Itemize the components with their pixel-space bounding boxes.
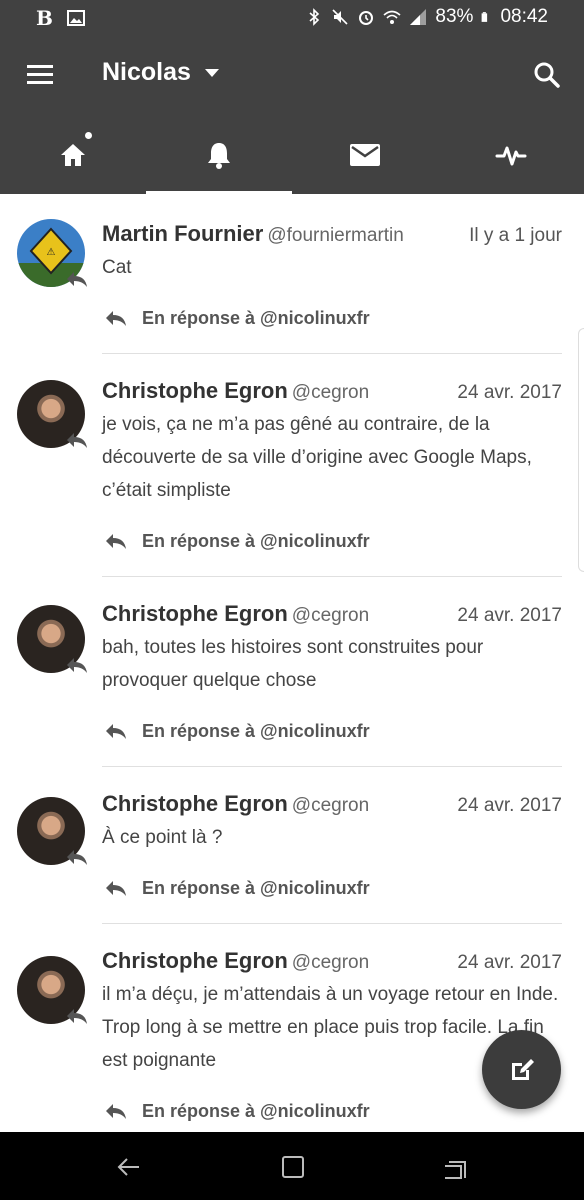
- app-bar: Nicolas: [0, 34, 584, 116]
- status-left: B: [36, 6, 85, 30]
- reply-icon: [106, 881, 126, 896]
- reply-icon: [106, 534, 126, 549]
- home-icon: [61, 144, 85, 166]
- clock-text: 08:42: [500, 6, 548, 27]
- timestamp: 24 avr. 2017: [457, 605, 562, 626]
- home-square-icon[interactable]: [278, 1152, 308, 1182]
- tab-home[interactable]: [0, 116, 146, 194]
- mute-icon: [332, 9, 348, 25]
- author-handle[interactable]: @fourniermartin: [267, 225, 404, 246]
- author-name[interactable]: Martin Fournier: [102, 221, 263, 246]
- tab-activity[interactable]: [438, 116, 584, 194]
- signal-icon: [410, 9, 427, 25]
- account-switcher[interactable]: Nicolas: [102, 58, 219, 87]
- gallery-icon: [66, 10, 85, 26]
- timestamp: 24 avr. 2017: [457, 952, 562, 973]
- reply-badge-icon: [67, 850, 87, 865]
- activity-icon: [495, 146, 527, 166]
- reply-label: En réponse à @nicolinuxfr: [142, 720, 370, 741]
- reply-context[interactable]: En réponse à @nicolinuxfr: [102, 868, 562, 908]
- tweet-text: bah, toutes les histoires sont construit…: [102, 637, 484, 691]
- reply-label: En réponse à @nicolinuxfr: [142, 877, 370, 898]
- timestamp: 24 avr. 2017: [457, 382, 562, 403]
- tweet-text: je vois, ça ne m’a pas gêné au contraire…: [102, 414, 532, 501]
- scrollbar[interactable]: [578, 328, 584, 572]
- battery-icon: [482, 12, 488, 22]
- author-name[interactable]: Christophe Egron: [102, 948, 288, 973]
- system-nav-bar: [0, 1132, 584, 1200]
- recents-icon[interactable]: [441, 1152, 471, 1182]
- alarm-icon: [359, 11, 374, 25]
- bluetooth-icon: [309, 8, 320, 26]
- menu-icon[interactable]: [27, 65, 53, 85]
- mail-icon: [350, 144, 380, 166]
- reply-label: En réponse à @nicolinuxfr: [142, 530, 370, 551]
- reply-badge-icon: [67, 658, 87, 673]
- status-right: 83% 08:42: [305, 6, 548, 28]
- timestamp: 24 avr. 2017: [457, 795, 562, 816]
- list-item[interactable]: Christophe Egron @cegron 24 avr. 2017 À c…: [0, 767, 584, 924]
- author-name[interactable]: Christophe Egron: [102, 791, 288, 816]
- chevron-down-icon: [204, 68, 219, 77]
- reply-context[interactable]: En réponse à @nicolinuxfr: [102, 711, 562, 751]
- reply-badge-icon: [67, 1009, 87, 1024]
- author-name[interactable]: Christophe Egron: [102, 601, 288, 626]
- tab-notifications[interactable]: [146, 116, 292, 194]
- author-name[interactable]: Christophe Egron: [102, 378, 288, 403]
- list-item[interactable]: ⚠ Martin Fournier @fourniermartin Il y a …: [0, 194, 584, 354]
- wifi-icon: [383, 10, 401, 24]
- tweet-text: Cat: [102, 257, 132, 278]
- compose-button[interactable]: [482, 1030, 561, 1109]
- list-item[interactable]: Christophe Egron @cegron 24 avr. 2017 je …: [0, 354, 584, 577]
- author-handle[interactable]: @cegron: [292, 795, 369, 816]
- tab-messages[interactable]: [292, 116, 438, 194]
- account-name: Nicolas: [102, 58, 191, 86]
- compose-icon: [511, 1058, 534, 1080]
- author-handle[interactable]: @cegron: [292, 382, 369, 403]
- reply-badge-icon: [67, 272, 87, 287]
- tab-bar: [0, 116, 584, 194]
- battery-text: 83%: [435, 6, 474, 27]
- app-b-icon: B: [36, 6, 53, 30]
- status-bar: B 83% 08:42: [0, 0, 584, 34]
- back-icon[interactable]: [113, 1152, 143, 1182]
- reply-context[interactable]: En réponse à @nicolinuxfr: [102, 521, 562, 561]
- reply-badge-icon: [67, 433, 87, 448]
- author-handle[interactable]: @cegron: [292, 605, 369, 626]
- reply-label: En réponse à @nicolinuxfr: [142, 307, 370, 328]
- reply-label: En réponse à @nicolinuxfr: [142, 1100, 370, 1121]
- timestamp: Il y a 1 jour: [469, 225, 562, 246]
- notification-dot: [85, 132, 92, 139]
- author-handle[interactable]: @cegron: [292, 952, 369, 973]
- reply-icon: [106, 724, 126, 739]
- reply-icon: [106, 311, 126, 326]
- reply-icon: [106, 1104, 126, 1119]
- bell-icon: [208, 143, 230, 169]
- reply-context[interactable]: En réponse à @nicolinuxfr: [102, 298, 562, 338]
- search-icon[interactable]: [532, 60, 562, 90]
- tweet-text: À ce point là ?: [102, 827, 223, 848]
- svg-text:⚠: ⚠: [47, 247, 56, 258]
